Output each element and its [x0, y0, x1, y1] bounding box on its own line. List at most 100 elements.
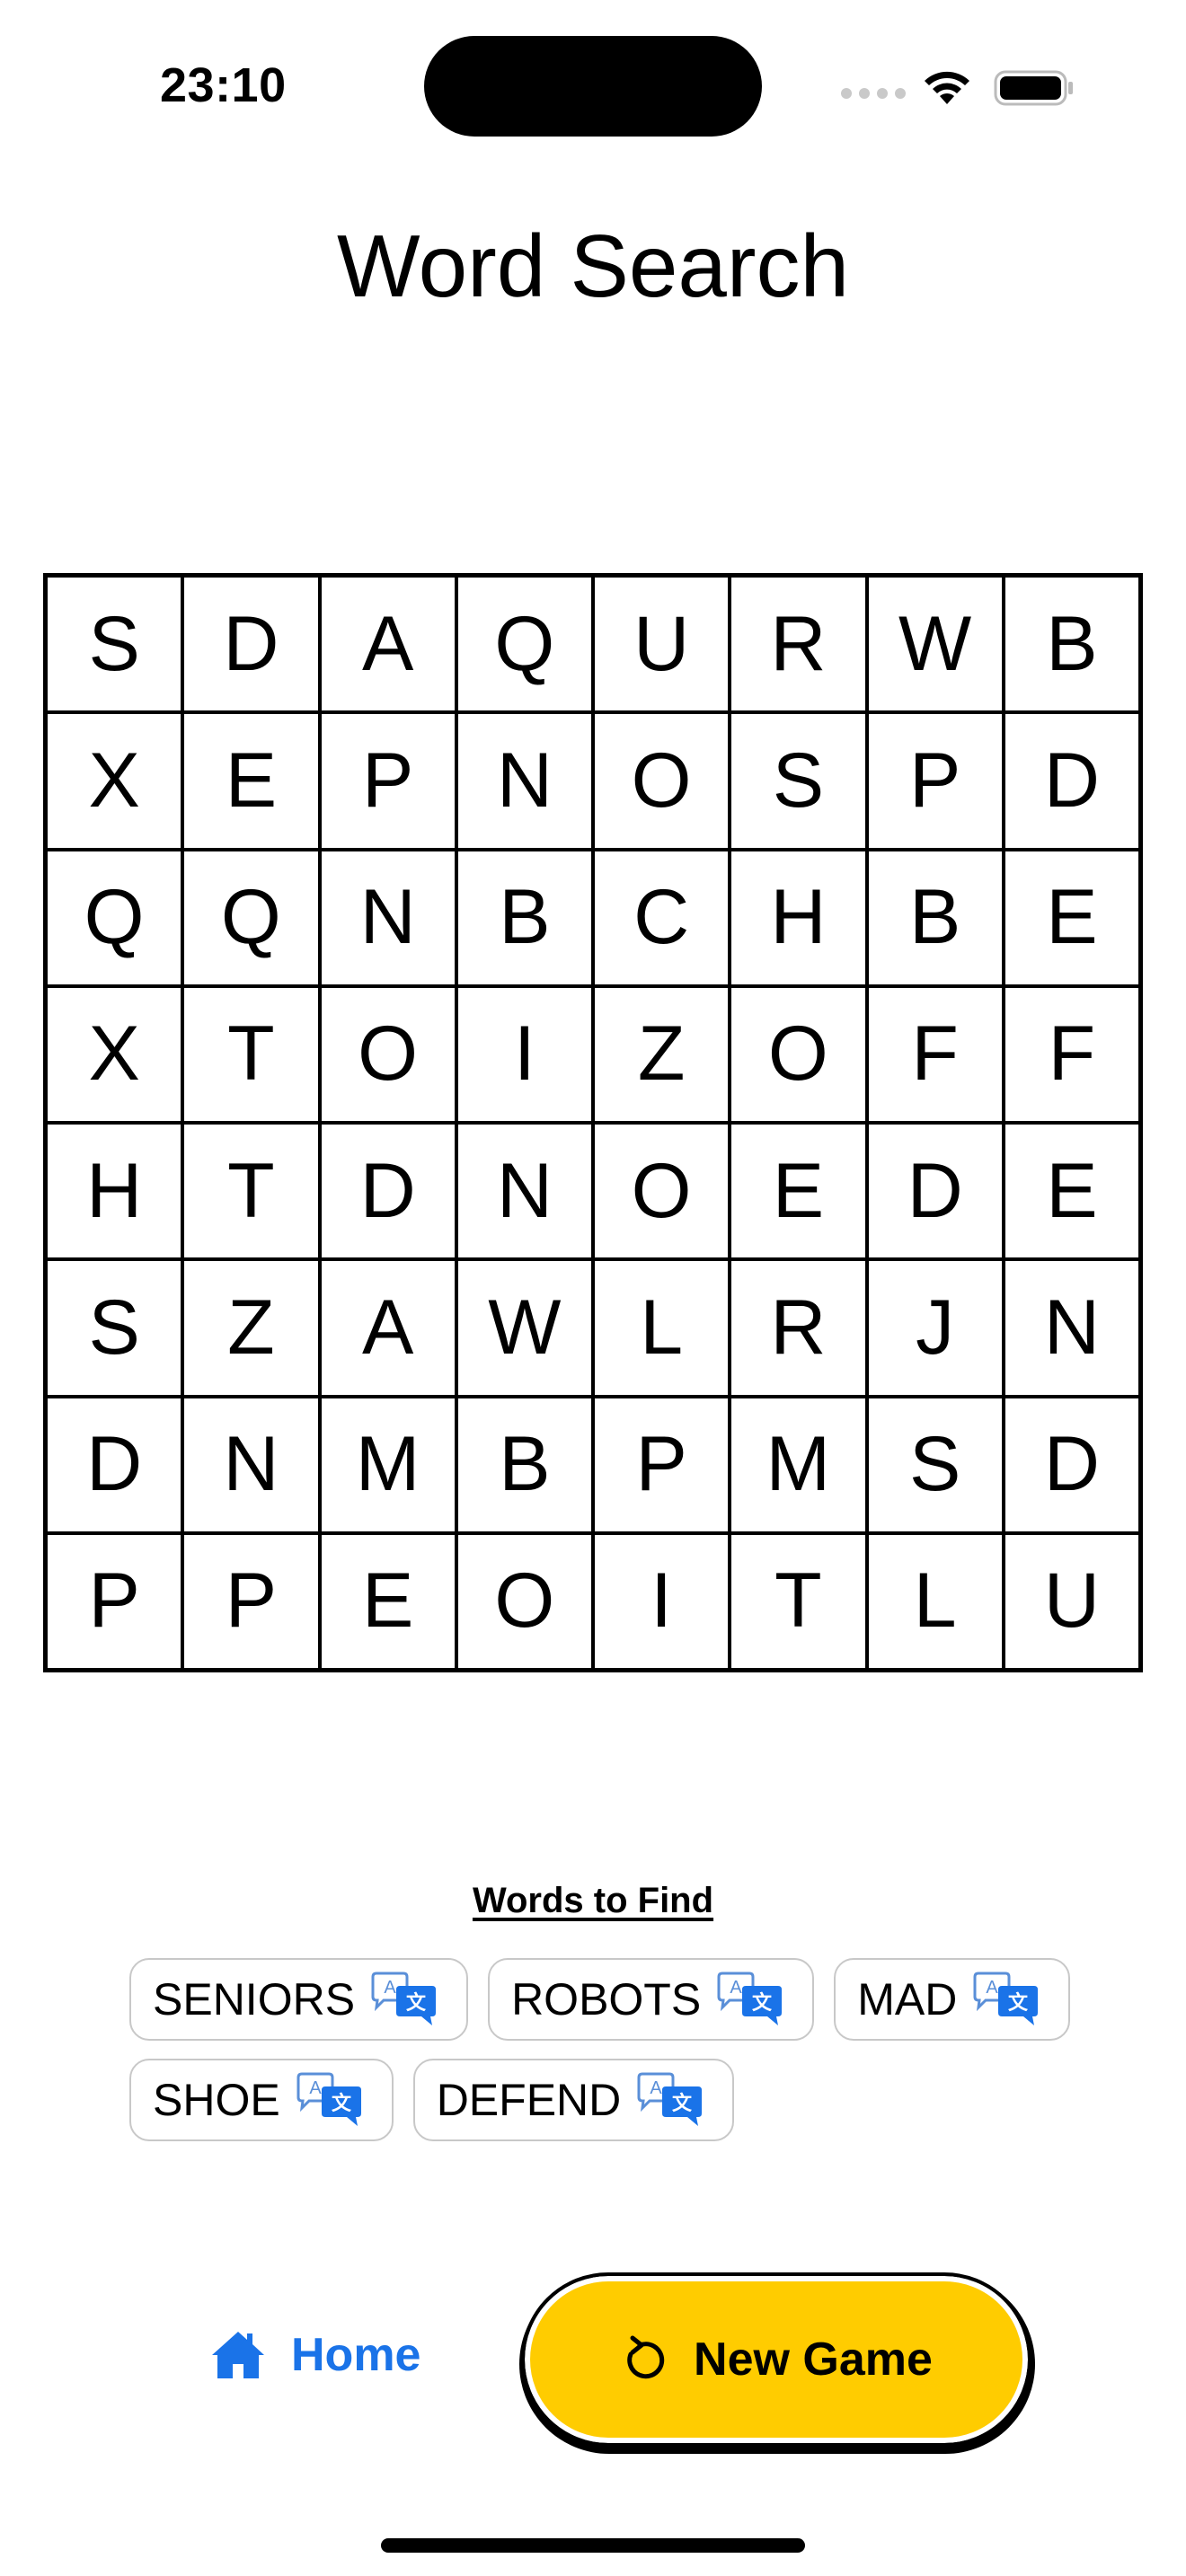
grid-cell[interactable]: D — [1003, 1396, 1140, 1533]
grid-cell[interactable]: E — [319, 1532, 456, 1670]
word-label: SENIORS — [153, 1974, 356, 2025]
grid-cell[interactable]: L — [593, 1259, 730, 1397]
grid-cell[interactable]: S — [866, 1396, 1004, 1533]
cellular-signal-icon — [841, 88, 906, 99]
svg-text:文: 文 — [1008, 1991, 1029, 2015]
grid-cell[interactable]: H — [46, 1123, 183, 1260]
grid-cell[interactable]: N — [319, 849, 456, 986]
grid-cell[interactable]: C — [593, 849, 730, 986]
word-chip[interactable]: SENIORS A 文 — [129, 1958, 469, 2041]
grid-cell[interactable]: R — [730, 1259, 867, 1397]
grid-cell[interactable]: O — [593, 1123, 730, 1260]
grid-cell[interactable]: B — [866, 849, 1004, 986]
grid-cell[interactable]: H — [730, 849, 867, 986]
grid-cell[interactable]: B — [456, 849, 593, 986]
grid-cell[interactable]: N — [456, 712, 593, 850]
letter-grid[interactable]: SDAQURWBXEPNOSPDQQNBCHBEXTOIZOFFHTDNOEDE… — [43, 573, 1143, 1672]
grid-cell[interactable]: E — [730, 1123, 867, 1260]
grid-cell[interactable]: P — [182, 1532, 320, 1670]
grid-cell[interactable]: D — [866, 1123, 1004, 1260]
grid-cell[interactable]: M — [319, 1396, 456, 1533]
word-chip[interactable]: ROBOTS A 文 — [488, 1958, 815, 2041]
grid-cell[interactable]: W — [456, 1259, 593, 1397]
grid-cell[interactable]: Q — [182, 849, 320, 986]
grid-cell[interactable]: E — [1003, 1123, 1140, 1260]
word-chip[interactable]: MAD A 文 — [834, 1958, 1071, 2041]
grid-cell[interactable]: X — [46, 985, 183, 1123]
house-icon — [212, 2332, 264, 2378]
grid-cell[interactable]: R — [730, 576, 867, 713]
translate-icon[interactable]: A文 — [715, 1972, 787, 2027]
word-label: SHOE — [153, 2075, 280, 2125]
grid-cell[interactable]: L — [866, 1532, 1004, 1670]
grid-cell[interactable]: N — [456, 1123, 593, 1260]
grid-cell[interactable]: D — [46, 1396, 183, 1533]
grid-cell[interactable]: S — [46, 1259, 183, 1397]
word-chip[interactable]: DEFEND A 文 — [412, 2059, 735, 2141]
grid-cell[interactable]: S — [730, 712, 867, 850]
grid-cell[interactable]: D — [1003, 712, 1140, 850]
grid-cell[interactable]: P — [46, 1532, 183, 1670]
svg-text:文: 文 — [752, 1991, 773, 2015]
grid-cell[interactable]: U — [1003, 1532, 1140, 1670]
word-chip[interactable]: SHOE A 文 — [129, 2059, 394, 2141]
home-button[interactable]: Home — [208, 2328, 420, 2382]
grid-cell[interactable]: A — [319, 576, 456, 713]
svg-text:A: A — [384, 1978, 396, 1998]
status-time: 23:10 — [160, 58, 287, 112]
grid-cell[interactable]: S — [46, 576, 183, 713]
grid-cell[interactable]: Q — [46, 849, 183, 986]
home-indicator[interactable] — [381, 2538, 805, 2553]
grid-cell[interactable]: F — [1003, 985, 1140, 1123]
word-label: MAD — [857, 1974, 958, 2025]
grid-cell[interactable]: O — [319, 985, 456, 1123]
grid-cell[interactable]: Z — [593, 985, 730, 1123]
grid-cell[interactable]: Z — [182, 1259, 320, 1397]
translate-icon[interactable]: A文 — [369, 1972, 441, 2027]
grid-cell[interactable]: T — [182, 1123, 320, 1260]
grid-cell[interactable]: I — [456, 985, 593, 1123]
grid-cell[interactable]: T — [182, 985, 320, 1123]
grid-cell[interactable]: Q — [456, 576, 593, 713]
grid-cell[interactable]: W — [866, 576, 1004, 713]
page-title: Word Search — [336, 216, 850, 315]
grid-cell[interactable]: A — [319, 1259, 456, 1397]
battery-icon — [994, 70, 1073, 106]
grid-cell[interactable]: P — [866, 712, 1004, 850]
grid-cell[interactable]: I — [593, 1532, 730, 1670]
new-game-button[interactable]: New Game — [521, 2272, 1031, 2447]
rotate-ccw-icon — [627, 2335, 665, 2379]
wifi-icon — [925, 71, 969, 104]
grid-cell[interactable]: E — [182, 712, 320, 850]
word-label: ROBOTS — [511, 1974, 702, 2025]
grid-cell[interactable]: P — [319, 712, 456, 850]
grid-cell[interactable]: B — [1003, 576, 1140, 713]
home-label: Home — [291, 2329, 421, 2381]
grid-cell[interactable]: J — [866, 1259, 1004, 1397]
grid-cell[interactable]: F — [866, 985, 1004, 1123]
grid-cell[interactable]: U — [593, 576, 730, 713]
translate-icon[interactable]: A文 — [295, 2072, 367, 2128]
grid-cell[interactable]: T — [730, 1532, 867, 1670]
grid-cell[interactable]: D — [182, 576, 320, 713]
word-list: SENIORS A 文 ROBOTS A 文 MAD A 文 SHOE A 文 DEFEND A 文 — [129, 1958, 1082, 2141]
grid-cell[interactable]: X — [46, 712, 183, 850]
grid-cell[interactable]: O — [730, 985, 867, 1123]
svg-text:文: 文 — [332, 2092, 352, 2115]
grid-cell[interactable]: E — [1003, 849, 1140, 986]
words-to-find-heading: Words to Find — [472, 1881, 714, 1920]
dynamic-island — [424, 36, 762, 137]
grid-cell[interactable]: O — [593, 712, 730, 850]
grid-cell[interactable]: D — [319, 1123, 456, 1260]
grid-cell[interactable]: P — [593, 1396, 730, 1533]
svg-text:A: A — [987, 1978, 999, 1998]
translate-icon[interactable]: A文 — [971, 1972, 1043, 2027]
grid-cell[interactable]: N — [1003, 1259, 1140, 1397]
grid-cell[interactable]: O — [456, 1532, 593, 1670]
grid-cell[interactable]: N — [182, 1396, 320, 1533]
svg-text:文: 文 — [672, 2092, 693, 2115]
svg-text:A: A — [651, 2078, 663, 2098]
grid-cell[interactable]: B — [456, 1396, 593, 1533]
translate-icon[interactable]: A文 — [635, 2072, 707, 2128]
grid-cell[interactable]: M — [730, 1396, 867, 1533]
